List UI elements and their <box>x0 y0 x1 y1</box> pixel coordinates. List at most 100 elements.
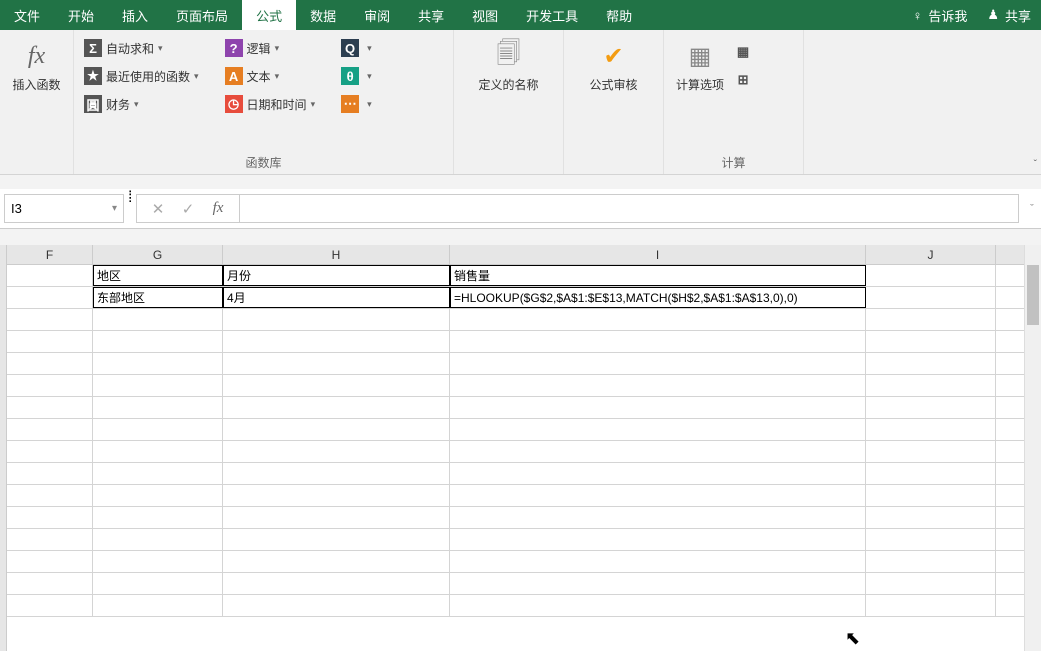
cell[interactable] <box>866 529 996 550</box>
cell[interactable] <box>7 309 93 330</box>
cell[interactable] <box>866 595 996 616</box>
col-hdr[interactable]: H <box>223 245 450 264</box>
cell[interactable] <box>93 485 223 506</box>
cell[interactable] <box>223 573 450 594</box>
recent-fn-button[interactable]: ★ 最近使用的函数 ▾ <box>80 62 203 90</box>
cell[interactable]: 地区 <box>93 265 223 286</box>
col-hdr[interactable]: F <box>7 245 93 264</box>
cell[interactable] <box>450 573 866 594</box>
cell[interactable] <box>93 309 223 330</box>
cell[interactable] <box>93 375 223 396</box>
cell[interactable] <box>450 463 866 484</box>
cell[interactable] <box>93 419 223 440</box>
cell[interactable]: =HLOOKUP($G$2,$A$1:$E$13,MATCH($H$2,$A$1… <box>450 287 866 308</box>
cell[interactable] <box>93 463 223 484</box>
cell[interactable] <box>7 397 93 418</box>
cell[interactable] <box>7 287 93 308</box>
vertical-scrollbar[interactable] <box>1024 245 1041 651</box>
cell[interactable] <box>7 265 93 286</box>
cell[interactable] <box>223 463 450 484</box>
calc-options-button[interactable]: ▦ 计算选项 <box>670 34 730 98</box>
cell[interactable]: 4月 <box>223 287 450 308</box>
expand-formula-bar-button[interactable]: ˇ <box>1023 189 1041 228</box>
lookup-button[interactable]: Q ▾ <box>337 34 376 62</box>
cell[interactable] <box>93 551 223 572</box>
scrollbar-thumb[interactable] <box>1027 265 1039 325</box>
cell[interactable] <box>866 353 996 374</box>
tab-home[interactable]: 开始 <box>54 0 108 30</box>
cell[interactable] <box>93 507 223 528</box>
cell[interactable] <box>7 375 93 396</box>
cell[interactable] <box>7 463 93 484</box>
autosum-button[interactable]: Σ 自动求和 ▾ <box>80 34 203 62</box>
cell[interactable] <box>223 441 450 462</box>
cell[interactable] <box>866 441 996 462</box>
col-hdr[interactable]: J <box>866 245 996 264</box>
cell[interactable] <box>866 573 996 594</box>
cell[interactable] <box>223 529 450 550</box>
cell[interactable] <box>93 397 223 418</box>
cell[interactable] <box>223 419 450 440</box>
col-hdr[interactable]: G <box>93 245 223 264</box>
cell[interactable] <box>223 397 450 418</box>
cell[interactable] <box>866 265 996 286</box>
tab-file[interactable]: 文件 <box>0 0 54 30</box>
cell[interactable] <box>450 485 866 506</box>
col-hdr[interactable]: I <box>450 245 866 264</box>
tab-review[interactable]: 审阅 <box>350 0 404 30</box>
formula-audit-button[interactable]: ✔ 公式审核 <box>570 34 657 98</box>
cell[interactable] <box>93 441 223 462</box>
cell[interactable] <box>223 595 450 616</box>
cell[interactable] <box>7 507 93 528</box>
cell[interactable] <box>450 551 866 572</box>
cell[interactable] <box>450 419 866 440</box>
cell[interactable] <box>7 551 93 572</box>
cell[interactable] <box>866 507 996 528</box>
name-box[interactable]: I3 ▾ <box>4 194 124 223</box>
collapse-ribbon-button[interactable]: ˇ <box>1034 159 1037 170</box>
tab-layout[interactable]: 页面布局 <box>162 0 242 30</box>
cell[interactable] <box>223 507 450 528</box>
formula-input[interactable] <box>240 194 1019 223</box>
calc-now-button[interactable]: ▦ <box>730 38 760 66</box>
cell[interactable] <box>7 485 93 506</box>
cell[interactable] <box>866 331 996 352</box>
datetime-button[interactable]: ◷ 日期和时间 ▾ <box>221 90 320 118</box>
tab-insert[interactable]: 插入 <box>108 0 162 30</box>
cell[interactable] <box>93 529 223 550</box>
cell[interactable] <box>7 353 93 374</box>
cell[interactable] <box>450 529 866 550</box>
tab-share[interactable]: 共享 <box>404 0 458 30</box>
cell[interactable] <box>7 419 93 440</box>
defined-names-button[interactable]: 🗐 定义的名称 <box>460 34 557 98</box>
text-button[interactable]: A 文本 ▾ <box>221 62 320 90</box>
cell[interactable] <box>450 441 866 462</box>
cell[interactable] <box>93 353 223 374</box>
cell[interactable] <box>450 353 866 374</box>
cell[interactable] <box>450 507 866 528</box>
cell[interactable] <box>866 375 996 396</box>
cell[interactable] <box>7 573 93 594</box>
cell[interactable] <box>93 595 223 616</box>
cell[interactable] <box>450 309 866 330</box>
cell[interactable] <box>223 551 450 572</box>
cell[interactable] <box>223 375 450 396</box>
cell[interactable]: 销售量 <box>450 265 866 286</box>
tab-view[interactable]: 视图 <box>458 0 512 30</box>
cell[interactable] <box>866 485 996 506</box>
cell[interactable] <box>866 463 996 484</box>
logic-button[interactable]: ? 逻辑 ▾ <box>221 34 320 62</box>
tab-help[interactable]: 帮助 <box>592 0 646 30</box>
math-button[interactable]: θ ▾ <box>337 62 376 90</box>
cell[interactable] <box>866 419 996 440</box>
share-button[interactable]: ♟ 共享 <box>977 0 1041 30</box>
cell[interactable]: 东部地区 <box>93 287 223 308</box>
cell[interactable] <box>223 485 450 506</box>
cell[interactable] <box>866 397 996 418</box>
tab-formula[interactable]: 公式 <box>242 0 296 30</box>
insert-function-button[interactable]: fx 插入函数 <box>6 34 67 98</box>
finance-button[interactable]: 圓 财务 ▾ <box>80 90 203 118</box>
tellme-button[interactable]: ♀ 告诉我 <box>903 0 978 30</box>
cell[interactable] <box>223 331 450 352</box>
cancel-button[interactable]: ✕ <box>143 200 173 218</box>
